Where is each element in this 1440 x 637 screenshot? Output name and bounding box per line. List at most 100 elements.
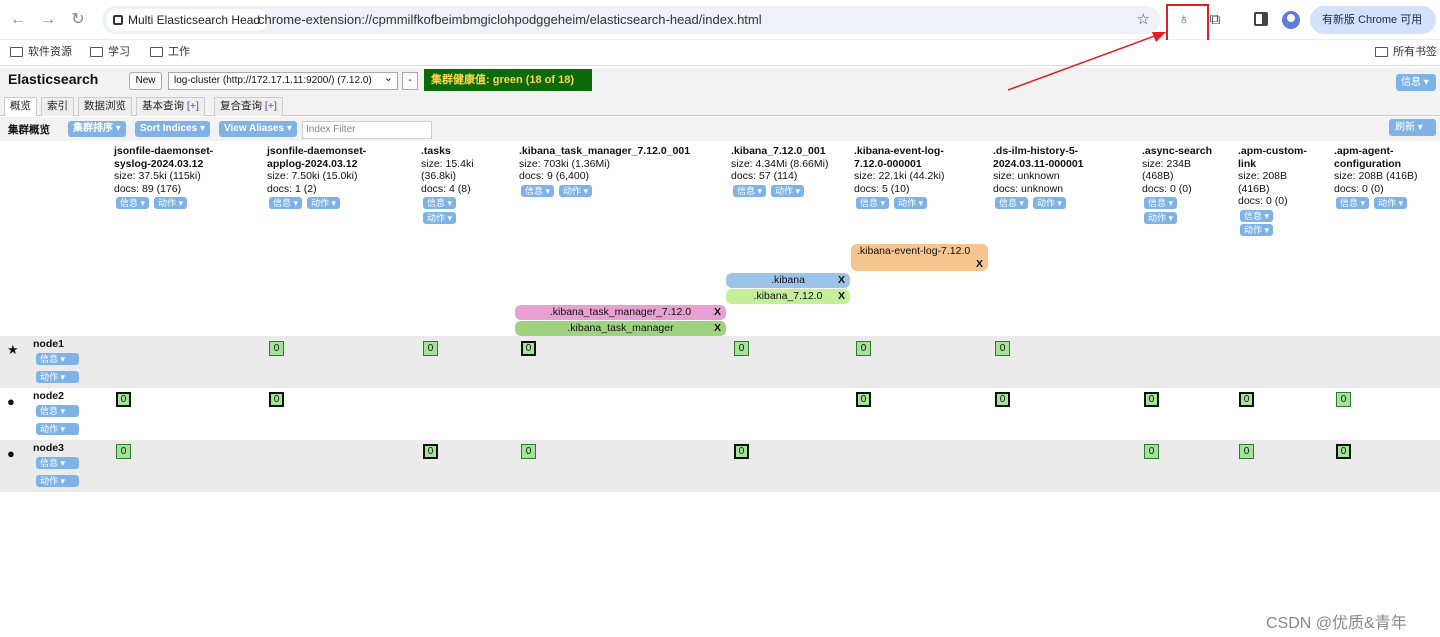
index-info-button[interactable]: 信息 ▾ (856, 197, 890, 209)
index-column: .apm-custom- link size: 208B (416B) docs… (1238, 145, 1328, 237)
index-action-button[interactable]: 动作 ▾ (894, 197, 928, 209)
index-info-button[interactable]: 信息 ▾ (1240, 209, 1274, 222)
shard-primary[interactable]: 0 (734, 444, 749, 459)
back-icon[interactable]: ← (8, 10, 28, 30)
sort-cluster-button[interactable]: 集群排序 ▾ (68, 121, 126, 137)
shard[interactable]: 0 (116, 444, 131, 459)
shard[interactable]: 0 (423, 341, 438, 356)
node-dot-icon: ● (7, 446, 15, 461)
new-connection-button[interactable]: New (129, 72, 162, 90)
remove-alias-icon[interactable]: X (838, 289, 845, 304)
index-action-button[interactable]: 动作 ▾ (1144, 211, 1178, 224)
tab-browser[interactable]: 数据浏览 (78, 97, 132, 116)
all-bookmarks[interactable]: 所有书签 (1375, 44, 1437, 60)
index-docs: docs: 0 (0) (1142, 182, 1192, 195)
tab-overview[interactable]: 概览 (4, 97, 37, 116)
index-info-button[interactable]: 信息 ▾ (995, 197, 1029, 209)
shard-primary[interactable]: 0 (995, 392, 1010, 407)
profile-avatar[interactable] (1282, 11, 1300, 29)
index-name: .tasks (421, 145, 451, 157)
index-action-button[interactable]: 动作 ▾ (771, 184, 805, 197)
alias-kibana-task-manager-7-12-0[interactable]: .kibana_task_manager_7.12.0 X (515, 305, 726, 320)
index-action-button[interactable]: 动作 ▾ (307, 197, 341, 209)
tab-compound-query[interactable]: 复合查询 [+] (214, 97, 283, 116)
refresh-button[interactable]: 刷新 ▾ (1389, 119, 1436, 136)
info-menu-button[interactable]: 信息 ▾ (1396, 74, 1436, 91)
index-name: .apm-custom- (1238, 145, 1307, 157)
tab-basic-query[interactable]: 基本查询 [+] (136, 97, 205, 116)
index-name: .async-search (1142, 145, 1213, 157)
index-action-button[interactable]: 动作 ▾ (1033, 197, 1067, 209)
index-action-button[interactable]: 动作 ▾ (559, 184, 593, 197)
remove-cluster-button[interactable]: - (402, 72, 418, 90)
bookmark-folder-study[interactable]: 学习 (90, 44, 130, 60)
node-info-button[interactable]: 信息 ▾ (36, 457, 79, 469)
index-name: .kibana-event-log- (854, 145, 944, 157)
node-row: ● node3 信息 ▾ 动作 ▾ 0 0 0 0 0 0 0 (0, 440, 1440, 492)
index-action-button[interactable]: 动作 ▾ (1240, 224, 1274, 236)
node-info-button[interactable]: 信息 ▾ (36, 353, 79, 365)
chrome-update-button[interactable]: 有新版 Chrome 可用 ⋮ (1310, 6, 1436, 54)
shard[interactable]: 0 (269, 341, 284, 356)
shard[interactable]: 0 (1144, 444, 1159, 459)
tab-indices[interactable]: 索引 (41, 97, 74, 116)
shard[interactable]: 0 (734, 341, 749, 356)
shard[interactable]: 0 (521, 444, 536, 459)
remove-alias-icon[interactable]: X (838, 273, 845, 288)
reload-icon[interactable]: ↻ (68, 10, 88, 30)
index-action-button[interactable]: 动作 ▾ (1374, 197, 1408, 209)
node-row: ● node2 信息 ▾ 动作 ▾ 0 0 0 0 0 0 0 (0, 388, 1440, 440)
index-info-button[interactable]: 信息 ▾ (423, 197, 457, 209)
index-size: (468B) (1142, 170, 1174, 182)
alias-kibana-7-12-0[interactable]: .kibana_7.12.0 X (726, 289, 850, 304)
index-info-button[interactable]: 信息 ▾ (1336, 197, 1370, 209)
url-text[interactable]: chrome-extension://cpmmilfkofbeimbmgiclo… (258, 6, 762, 34)
alias-kibana[interactable]: .kibana X (726, 273, 850, 288)
index-filter-input[interactable]: Index Filter (302, 121, 432, 139)
node-action-button[interactable]: 动作 ▾ (36, 423, 79, 435)
shard-primary[interactable]: 0 (269, 392, 284, 407)
shard-primary[interactable]: 0 (1239, 392, 1254, 407)
index-action-button[interactable]: 动作 ▾ (423, 211, 457, 224)
bookmark-folder-software[interactable]: 软件资源 (10, 44, 72, 60)
app-title: Elasticsearch (8, 71, 99, 87)
index-info-button[interactable]: 信息 ▾ (116, 197, 150, 209)
shard-primary[interactable]: 0 (856, 392, 871, 407)
node-info-button[interactable]: 信息 ▾ (36, 405, 79, 417)
bookmark-folder-work[interactable]: 工作 (150, 44, 190, 60)
folder-icon (90, 47, 103, 57)
shard[interactable]: 0 (995, 341, 1010, 356)
index-info-button[interactable]: 信息 ▾ (521, 184, 555, 197)
side-panel-icon[interactable] (1254, 12, 1268, 26)
forward-icon[interactable]: → (38, 10, 58, 30)
index-info-button[interactable]: 信息 ▾ (269, 197, 303, 209)
alias-kibana-task-manager[interactable]: .kibana_task_manager X (515, 321, 726, 336)
address-bar[interactable]: Multi Elasticsearch Head chrome-extensio… (102, 6, 1160, 34)
shard-primary[interactable]: 0 (1144, 392, 1159, 407)
shard-primary[interactable]: 0 (521, 341, 536, 356)
shard-primary[interactable]: 0 (423, 444, 438, 459)
index-info-button[interactable]: 信息 ▾ (1144, 197, 1178, 209)
shard[interactable]: 0 (856, 341, 871, 356)
index-info-button[interactable]: 信息 ▾ (733, 184, 767, 197)
sort-indices-button[interactable]: Sort Indices ▾ (135, 121, 211, 137)
bookmark-star-icon[interactable]: ☆ (1137, 6, 1150, 34)
index-action-button[interactable]: 动作 ▾ (154, 197, 188, 209)
remove-alias-icon[interactable]: X (714, 305, 721, 320)
shard[interactable]: 0 (1336, 392, 1351, 407)
shard[interactable]: 0 (1239, 444, 1254, 459)
node-action-button[interactable]: 动作 ▾ (36, 371, 79, 383)
extension-chip[interactable]: Multi Elasticsearch Head (106, 9, 269, 31)
tab-bar: 概览 索引 数据浏览 基本查询 [+] 复合查询 [+] (0, 94, 1440, 116)
remove-alias-icon[interactable]: X (714, 321, 721, 336)
node-action-button[interactable]: 动作 ▾ (36, 475, 79, 487)
shard-primary[interactable]: 0 (1336, 444, 1351, 459)
alias-kibana-event-log[interactable]: .kibana-event-log-7.12.0 X (851, 244, 988, 271)
index-size: size: 22.1ki (44.2ki) (854, 170, 945, 182)
index-name: jsonfile-daemonset- (267, 145, 367, 157)
view-aliases-button[interactable]: View Aliases ▾ (219, 121, 297, 137)
shard-primary[interactable]: 0 (116, 392, 131, 407)
remove-alias-icon[interactable]: X (976, 257, 983, 272)
cluster-select[interactable]: log-cluster (http://172.17.1.11:9200/) (… (168, 70, 398, 90)
index-size: (36.8ki) (421, 170, 457, 182)
